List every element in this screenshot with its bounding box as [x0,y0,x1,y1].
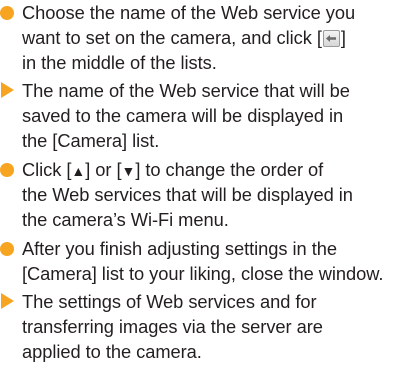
list-item: After you finish adjusting settings in t… [0,236,400,261]
list-item-line: want to set on the camera, and click [] [0,25,400,50]
item-text: want to set on the camera, and click [ [22,27,322,48]
result-arrow-icon [1,293,14,309]
item-text-with-symbols: Click [▲] or [▼] to change the order of [22,157,323,184]
list-item-line: applied to the camera. [0,339,400,364]
item-text: the [Camera] list. [22,130,160,151]
item-text: Click [ [22,159,72,180]
item-text: saved to the camera will be displayed in [22,105,344,126]
step-bullet-icon [0,6,14,20]
list-item-line: the [Camera] list. [0,128,400,153]
list-item-line: [Camera] list to your liking, close the … [0,261,400,286]
item-text: After you finish adjusting settings in t… [22,238,337,259]
list-item-line: saved to the camera will be displayed in [0,103,400,128]
list-item-line: in the middle of the lists. [0,50,400,75]
item-text: The name of the Web service that will be [22,80,350,101]
item-text: ] to change the order of [135,159,324,180]
list-item: The settings of Web services and for [0,289,400,314]
arrow-left-button-icon [322,30,340,47]
up-triangle-icon: ▲ [71,163,86,179]
item-text: The settings of Web services and for [22,291,317,312]
list-item-line: the Web services that will be displayed … [0,182,400,207]
item-text: applied to the camera. [22,341,202,362]
list-item-line: the camera’s Wi-Fi menu. [0,207,400,232]
list-item: Click [▲] or [▼] to change the order of [0,157,400,182]
item-text: ] [340,27,346,48]
step-bullet-icon [0,163,14,177]
list-item: The name of the Web service that will be [0,78,400,103]
item-text: [Camera] list to your liking, close the … [22,263,384,284]
result-arrow-icon [1,82,14,98]
item-text: the Web services that will be displayed … [22,184,353,205]
item-text: transferring images via the server are [22,316,323,337]
list-item-line: transferring images via the server are [0,314,400,339]
instruction-list: Choose the name of the Web service you w… [0,0,400,366]
item-text-with-icon: want to set on the camera, and click [] [22,25,346,50]
item-text: in the middle of the lists. [22,52,217,73]
list-item: Choose the name of the Web service you [0,0,400,25]
item-text: Choose the name of the Web service you [22,2,356,23]
down-triangle-icon: ▼ [121,163,136,179]
item-text: the camera’s Wi-Fi menu. [22,209,229,230]
item-text: ] or [ [85,159,122,180]
step-bullet-icon [0,242,14,256]
